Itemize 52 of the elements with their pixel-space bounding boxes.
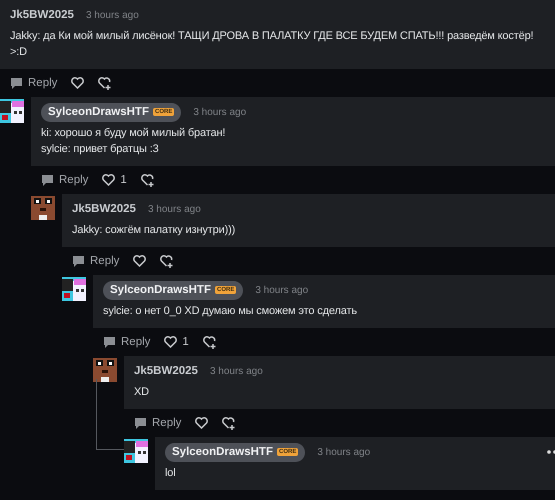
username[interactable]: SylceonDrawsHTF: [110, 284, 211, 296]
username[interactable]: Jk5BW2025: [10, 9, 74, 21]
like-button[interactable]: 1: [102, 174, 127, 186]
speech-bubble-icon: [72, 255, 85, 267]
username[interactable]: SylceonDrawsHTF: [48, 106, 149, 118]
avatar-drawing[interactable]: [31, 196, 55, 220]
comment-text: ki: хорошо я буду мой милый братан!: [41, 126, 226, 141]
reply-button[interactable]: Reply: [103, 336, 150, 348]
heart-plus-icon[interactable]: [140, 174, 155, 186]
reply-button[interactable]: Reply: [10, 77, 58, 89]
heart-plus-icon[interactable]: [222, 416, 236, 430]
timestamp: 3 hours ago: [148, 204, 201, 214]
comment-text: lol: [165, 466, 176, 481]
comment-text: sylcie: о нет 0_0 XD думаю мы сможем это сделать: [103, 304, 357, 319]
heart-icon: [133, 255, 146, 267]
timestamp: 3 hours ago: [210, 366, 263, 376]
heart-plus-icon[interactable]: [98, 76, 112, 90]
comment-text: sylcie: привет братцы :3: [41, 142, 159, 157]
timestamp: 3 hours ago: [86, 10, 139, 20]
reply-button[interactable]: Reply: [41, 174, 88, 186]
heart-icon: [71, 77, 84, 89]
like-button[interactable]: [195, 417, 208, 429]
like-button[interactable]: [71, 77, 84, 89]
heart-icon: [102, 174, 116, 186]
avatar-drawing[interactable]: [0, 99, 24, 123]
reply-button[interactable]: Reply: [134, 417, 182, 429]
timestamp: 3 hours ago: [317, 446, 370, 458]
speech-bubble-icon: [41, 174, 54, 186]
username[interactable]: Jk5BW2025: [72, 203, 136, 215]
timestamp: 3 hours ago: [193, 106, 246, 118]
heart-icon: [164, 336, 178, 348]
avatar-drawing[interactable]: [62, 277, 86, 301]
comment-text: >:D: [10, 45, 27, 60]
comment-text: XD: [134, 385, 149, 400]
username[interactable]: Jk5BW2025: [134, 365, 198, 377]
comment-text: Jakky: сожгём палатку изнутри))): [72, 223, 236, 238]
timestamp: 3 hours ago: [255, 284, 308, 296]
heart-plus-icon[interactable]: [160, 254, 174, 268]
avatar-drawing[interactable]: [124, 439, 148, 463]
heart-icon: [195, 417, 208, 429]
avatar-drawing[interactable]: [93, 358, 117, 382]
username[interactable]: SylceonDrawsHTF: [172, 446, 273, 458]
speech-bubble-icon: [103, 336, 116, 348]
speech-bubble-icon: [134, 417, 147, 429]
heart-plus-icon[interactable]: [202, 336, 217, 348]
like-button[interactable]: 1: [164, 336, 189, 348]
like-count: 1: [182, 336, 189, 348]
comment-text: Jakky: да Ки мой милый лисёнок! ТАЩИ ДРОВА В ПАЛАТКУ ГДЕ ВСЕ БУДЕМ СПАТЬ!!! разведём костёр!: [10, 29, 534, 44]
like-button[interactable]: [133, 255, 146, 267]
like-count: 1: [120, 174, 127, 186]
speech-bubble-icon: [10, 77, 23, 89]
reply-button[interactable]: Reply: [72, 255, 120, 267]
